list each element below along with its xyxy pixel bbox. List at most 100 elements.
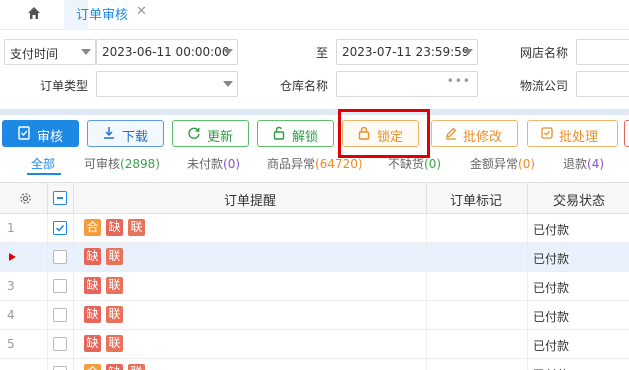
indeterminate-icon	[57, 197, 63, 199]
start-time-picker[interactable]: 2023-06-11 00:00:00	[96, 39, 238, 65]
home-icon[interactable]	[27, 6, 41, 20]
reminder-tag: 缺	[84, 306, 101, 323]
reminder-cell: 合缺联	[74, 214, 427, 243]
status-tab-label: 全部	[31, 157, 56, 171]
status-tab-count: (2898)	[120, 157, 160, 171]
trade-status: 已付款	[533, 252, 570, 266]
status-tab-count: (0)	[518, 157, 536, 171]
status-tab-label: 可审核	[84, 157, 121, 171]
unlock-button[interactable]: 解锁	[257, 120, 334, 147]
row-checkbox[interactable]	[53, 221, 67, 235]
trade-status: 已付款	[533, 366, 569, 370]
status-tab-unpaid[interactable]: 未付款(0)	[187, 155, 240, 172]
table-row[interactable]: 缺联 已付款	[0, 243, 629, 272]
row-checkbox[interactable]	[53, 366, 67, 370]
settings-header[interactable]	[0, 183, 48, 214]
gear-icon[interactable]	[19, 192, 32, 205]
warehouse-label: 仓库名称	[280, 79, 329, 93]
reminder-tag: 联	[128, 364, 145, 370]
row-number-cell: 4	[0, 301, 48, 330]
shop-name-label: 网店名称	[520, 46, 569, 60]
chevron-down-icon	[223, 81, 233, 87]
row-checkbox[interactable]	[53, 337, 67, 351]
reminder-tag: 缺	[84, 335, 101, 352]
reminder-tag: 联	[106, 335, 123, 352]
status-tab-refund[interactable]: 退款(4)	[563, 155, 604, 172]
to-label: 至	[316, 46, 329, 60]
reminder-tag: 联	[128, 219, 145, 236]
grid-header: 订单提醒 订单标记 交易状态	[0, 183, 629, 214]
order-grid: 订单提醒 订单标记 交易状态 1 合缺联已付款缺联已付款 3 缺联已付款 4 缺联已付款 5…	[0, 182, 629, 370]
select-all-checkbox[interactable]	[53, 191, 67, 205]
pay-time-select-value: 支付时间	[10, 47, 59, 61]
reminder-tag: 联	[106, 306, 123, 323]
lock-button[interactable]: 锁定	[342, 120, 419, 147]
more-button[interactable]	[624, 120, 629, 147]
status-tab-count: (0)	[424, 157, 442, 171]
download-icon	[104, 127, 114, 139]
pay-time-select[interactable]: 支付时间	[4, 39, 96, 65]
audit-icon	[18, 126, 30, 140]
tab-bar: 订单审核 ✕	[0, 0, 629, 30]
close-icon[interactable]: ✕	[136, 4, 147, 19]
status-tab-auditable[interactable]: 可审核(2898)	[84, 155, 160, 172]
status-tab-label: 退款	[563, 157, 588, 171]
trade-status-header[interactable]: 交易状态	[528, 183, 629, 214]
row-number: 3	[7, 279, 15, 293]
order-type-select[interactable]	[96, 71, 238, 97]
more-icon[interactable]: •••	[447, 74, 471, 88]
lock-icon	[358, 126, 370, 140]
end-time-value: 2023-07-11 23:59:59	[342, 45, 470, 59]
status-tab-no-shortage[interactable]: 不缺货(0)	[388, 155, 441, 172]
current-row-arrow-icon	[9, 253, 16, 261]
table-row[interactable]: 4 缺联 已付款	[0, 301, 629, 330]
download-button[interactable]: 下载	[87, 120, 164, 147]
batch-edit-button[interactable]: 批修改	[431, 120, 518, 147]
row-number-cell	[0, 359, 48, 370]
reminder-header-label: 订单提醒	[224, 194, 277, 209]
table-row[interactable]: 3 缺联 已付款	[0, 272, 629, 301]
trade-status-header-label: 交易状态	[553, 194, 606, 209]
shop-name-input[interactable]	[576, 39, 629, 65]
download-button-label: 下载	[122, 130, 149, 145]
select-all-header	[48, 183, 74, 214]
reminder-cell: 缺联	[74, 301, 427, 330]
chevron-down-icon	[463, 49, 473, 55]
active-tab-underline	[27, 173, 61, 175]
status-tab-all[interactable]: 全部	[31, 155, 55, 172]
unlock-icon	[273, 126, 285, 140]
tab-order-audit[interactable]: 订单审核 ✕	[64, 0, 147, 30]
reminder-header[interactable]: 订单提醒	[74, 183, 427, 214]
table-row[interactable]: 1 合缺联 已付款	[0, 214, 629, 243]
row-checkbox[interactable]	[53, 250, 67, 264]
batch-process-icon	[541, 127, 553, 139]
trade-status: 已付款	[533, 310, 570, 324]
table-row[interactable]: 5 缺联 已付款	[0, 330, 629, 359]
mark-header[interactable]: 订单标记	[427, 183, 528, 214]
audit-button[interactable]: 审核	[2, 120, 79, 147]
reminder-tag: 缺	[106, 364, 123, 370]
status-tab-label: 不缺货	[388, 157, 425, 171]
reminder-cell: 缺联	[74, 272, 427, 301]
row-checkbox[interactable]	[53, 308, 67, 322]
refresh-button[interactable]: 更新	[172, 120, 249, 147]
trade-status: 已付款	[533, 281, 570, 295]
row-number: 4	[7, 308, 15, 322]
filter-panel: 支付时间 2023-06-11 00:00:00 至 2023-07-11 23…	[0, 30, 629, 108]
status-tab-amount-exception[interactable]: 金额异常(0)	[470, 155, 535, 172]
status-tab-label: 金额异常	[470, 157, 519, 171]
logistics-input[interactable]	[576, 71, 629, 97]
table-row[interactable]: 合缺联已付款	[0, 359, 629, 370]
end-time-picker[interactable]: 2023-07-11 23:59:59	[336, 39, 478, 65]
batch-process-button[interactable]: 批处理	[527, 120, 618, 147]
mark-cell	[427, 243, 528, 272]
warehouse-input[interactable]: •••	[336, 71, 478, 97]
row-checkbox[interactable]	[53, 279, 67, 293]
row-number-cell: 1	[0, 214, 48, 243]
status-tab-count: (4)	[587, 157, 605, 171]
row-number-cell	[0, 243, 48, 272]
row-number-cell: 5	[0, 330, 48, 359]
order-type-label: 订单类型	[40, 79, 89, 93]
row-number: 1	[7, 221, 15, 235]
status-tab-product-exception[interactable]: 商品异常(64720)	[267, 155, 363, 172]
